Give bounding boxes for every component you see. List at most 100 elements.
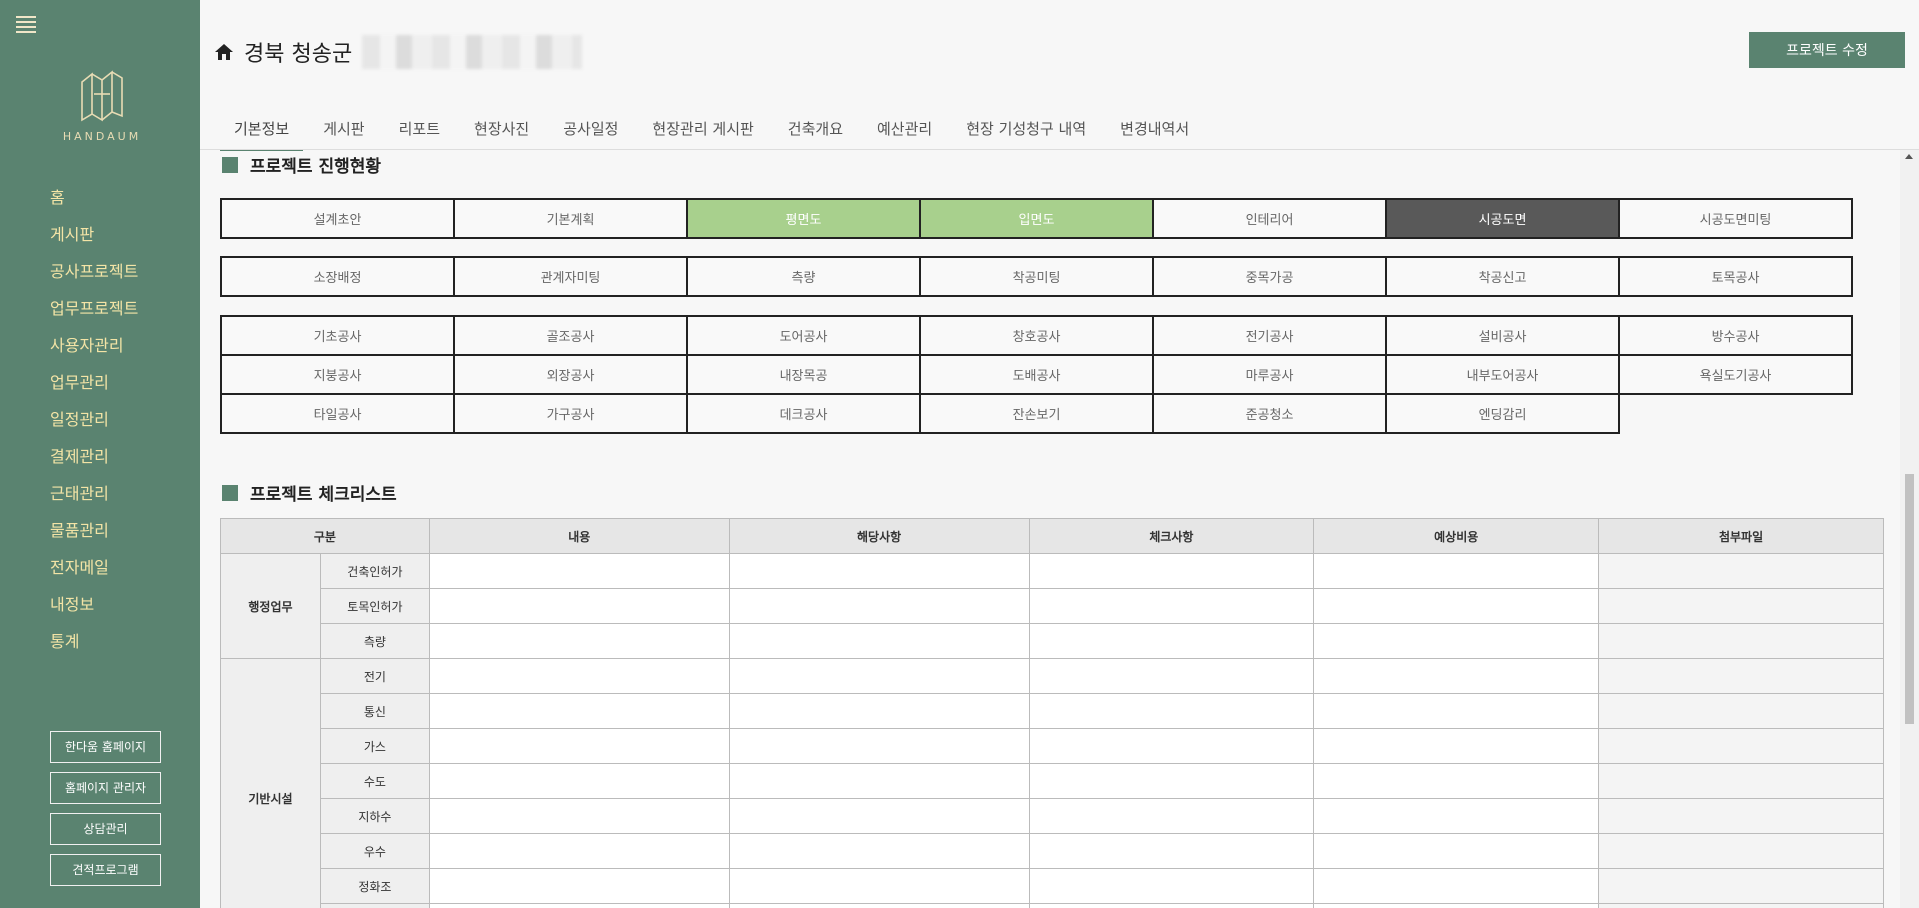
progress-step[interactable]: 소장배정 bbox=[220, 256, 455, 297]
progress-step[interactable]: 도어공사 bbox=[686, 315, 921, 356]
tab-item[interactable]: 리포트 bbox=[385, 118, 454, 151]
checklist-file-cell[interactable] bbox=[1598, 658, 1884, 694]
edit-project-button[interactable]: 프로젝트 수정 bbox=[1749, 32, 1905, 68]
progress-step[interactable]: 타일공사 bbox=[220, 393, 455, 434]
progress-step[interactable]: 전기공사 bbox=[1152, 315, 1387, 356]
checklist-input-cell[interactable] bbox=[1313, 623, 1600, 659]
tab-item[interactable]: 예산관리 bbox=[863, 118, 946, 151]
checklist-input-cell[interactable] bbox=[1028, 798, 1315, 834]
tab-item[interactable]: 현장 기성청구 내역 bbox=[952, 118, 1100, 151]
progress-step[interactable]: 측량 bbox=[686, 256, 921, 297]
sidebar-link-button[interactable]: 한다움 홈페이지 bbox=[50, 731, 161, 763]
checklist-input-cell[interactable] bbox=[428, 868, 730, 904]
sidebar-nav-item[interactable]: 물품관리 bbox=[50, 519, 138, 556]
checklist-input-cell[interactable] bbox=[728, 868, 1030, 904]
sidebar-nav-item[interactable]: 공사프로젝트 bbox=[50, 260, 138, 297]
progress-step[interactable]: 기본계획 bbox=[453, 198, 688, 239]
checklist-input-cell[interactable] bbox=[728, 623, 1030, 659]
progress-step[interactable]: 도배공사 bbox=[919, 354, 1154, 395]
progress-step[interactable]: 준공청소 bbox=[1152, 393, 1387, 434]
checklist-input-cell[interactable] bbox=[428, 763, 730, 799]
checklist-file-cell[interactable] bbox=[1598, 728, 1884, 764]
progress-step[interactable]: 마루공사 bbox=[1152, 354, 1387, 395]
checklist-input-cell[interactable] bbox=[728, 693, 1030, 729]
checklist-input-cell[interactable] bbox=[428, 588, 730, 624]
sidebar-nav-item[interactable]: 홈 bbox=[50, 186, 138, 223]
checklist-file-cell[interactable] bbox=[1598, 553, 1884, 589]
sidebar-link-button[interactable]: 상담관리 bbox=[50, 813, 161, 845]
checklist-input-cell[interactable] bbox=[428, 658, 730, 694]
checklist-input-cell[interactable] bbox=[1028, 693, 1315, 729]
scroll-up-icon[interactable] bbox=[1905, 154, 1913, 159]
tab-item[interactable]: 기본정보 bbox=[220, 118, 304, 151]
progress-step[interactable]: 인테리어 bbox=[1152, 198, 1387, 239]
progress-step[interactable]: 설비공사 bbox=[1385, 315, 1620, 356]
checklist-file-cell[interactable] bbox=[1598, 833, 1884, 869]
tab-item[interactable]: 공사일정 bbox=[549, 118, 632, 151]
sidebar-nav-item[interactable]: 결제관리 bbox=[50, 445, 138, 482]
checklist-input-cell[interactable] bbox=[428, 693, 730, 729]
progress-step[interactable]: 외장공사 bbox=[453, 354, 688, 395]
progress-step[interactable]: 엔딩감리 bbox=[1385, 393, 1620, 434]
checklist-input-cell[interactable] bbox=[1028, 728, 1315, 764]
checklist-input-cell[interactable] bbox=[428, 833, 730, 869]
home-icon[interactable] bbox=[214, 42, 234, 62]
progress-step[interactable]: 골조공사 bbox=[453, 315, 688, 356]
tab-item[interactable]: 게시판 bbox=[309, 118, 378, 151]
checklist-input-cell[interactable] bbox=[728, 588, 1030, 624]
checklist-file-cell[interactable] bbox=[1598, 903, 1884, 908]
sidebar-link-button[interactable]: 견적프로그램 bbox=[50, 854, 161, 886]
sidebar-link-button[interactable]: 홈페이지 관리자 bbox=[50, 772, 161, 804]
tab-item[interactable]: 변경내역서 bbox=[1106, 118, 1203, 151]
progress-step[interactable]: 지붕공사 bbox=[220, 354, 455, 395]
sidebar-nav-item[interactable]: 게시판 bbox=[50, 223, 138, 260]
checklist-input-cell[interactable] bbox=[1313, 588, 1600, 624]
checklist-input-cell[interactable] bbox=[1028, 868, 1315, 904]
checklist-input-cell[interactable] bbox=[1313, 868, 1600, 904]
progress-step[interactable]: 욕실도기공사 bbox=[1618, 354, 1853, 395]
checklist-input-cell[interactable] bbox=[728, 658, 1030, 694]
progress-step[interactable]: 중목가공 bbox=[1152, 256, 1387, 297]
progress-step[interactable]: 데크공사 bbox=[686, 393, 921, 434]
progress-step[interactable]: 착공미팅 bbox=[919, 256, 1154, 297]
progress-step[interactable]: 가구공사 bbox=[453, 393, 688, 434]
progress-step[interactable]: 시공도면 bbox=[1385, 198, 1620, 239]
scrollbar[interactable] bbox=[1900, 150, 1919, 908]
progress-step[interactable]: 평면도 bbox=[686, 198, 921, 239]
tab-item[interactable]: 현장사진 bbox=[460, 118, 543, 151]
checklist-input-cell[interactable] bbox=[1028, 658, 1315, 694]
checklist-input-cell[interactable] bbox=[1028, 623, 1315, 659]
checklist-file-cell[interactable] bbox=[1598, 623, 1884, 659]
checklist-input-cell[interactable] bbox=[728, 798, 1030, 834]
checklist-file-cell[interactable] bbox=[1598, 693, 1884, 729]
checklist-input-cell[interactable] bbox=[428, 623, 730, 659]
checklist-input-cell[interactable] bbox=[1313, 903, 1600, 908]
progress-step[interactable]: 설계초안 bbox=[220, 198, 455, 239]
menu-icon[interactable] bbox=[16, 16, 36, 33]
checklist-file-cell[interactable] bbox=[1598, 588, 1884, 624]
checklist-input-cell[interactable] bbox=[1313, 693, 1600, 729]
checklist-input-cell[interactable] bbox=[728, 553, 1030, 589]
sidebar-nav-item[interactable]: 사용자관리 bbox=[50, 334, 138, 371]
checklist-input-cell[interactable] bbox=[1028, 553, 1315, 589]
checklist-input-cell[interactable] bbox=[728, 833, 1030, 869]
progress-step[interactable]: 입면도 bbox=[919, 198, 1154, 239]
checklist-input-cell[interactable] bbox=[1313, 763, 1600, 799]
checklist-input-cell[interactable] bbox=[428, 553, 730, 589]
checklist-input-cell[interactable] bbox=[428, 798, 730, 834]
checklist-input-cell[interactable] bbox=[728, 763, 1030, 799]
sidebar-nav-item[interactable]: 통계 bbox=[50, 630, 138, 667]
checklist-input-cell[interactable] bbox=[1028, 833, 1315, 869]
checklist-input-cell[interactable] bbox=[1313, 728, 1600, 764]
checklist-input-cell[interactable] bbox=[1028, 903, 1315, 908]
progress-step[interactable]: 시공도면미팅 bbox=[1618, 198, 1853, 239]
progress-step[interactable]: 내부도어공사 bbox=[1385, 354, 1620, 395]
checklist-input-cell[interactable] bbox=[728, 903, 1030, 908]
sidebar-nav-item[interactable]: 내정보 bbox=[50, 593, 138, 630]
progress-step[interactable]: 기초공사 bbox=[220, 315, 455, 356]
scroll-thumb[interactable] bbox=[1905, 474, 1914, 724]
checklist-input-cell[interactable] bbox=[1028, 588, 1315, 624]
sidebar-nav-item[interactable]: 일정관리 bbox=[50, 408, 138, 445]
checklist-input-cell[interactable] bbox=[1028, 763, 1315, 799]
checklist-file-cell[interactable] bbox=[1598, 798, 1884, 834]
